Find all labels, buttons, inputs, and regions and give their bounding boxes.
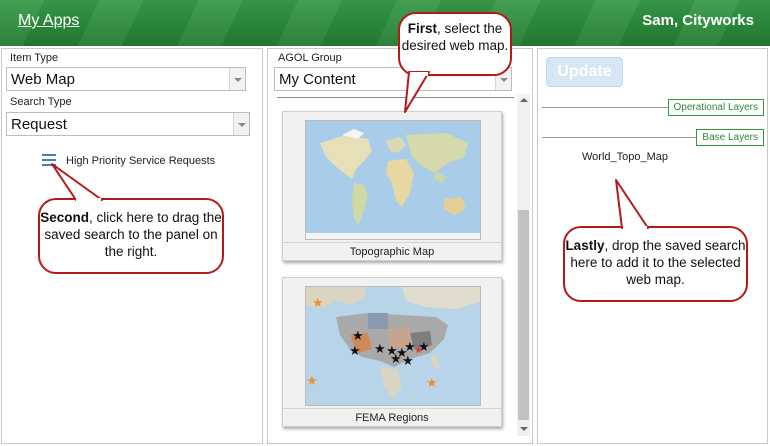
topographic-map-thumbnail [305,120,481,240]
callout-lastly-bold: Lastly [565,238,605,253]
callout-lastly-tail [615,179,649,230]
app-header: My Apps Sam, Cityworks [0,0,770,46]
search-type-label: Search Type [10,96,72,108]
base-layer-item[interactable]: World_Topo_Map [582,151,668,163]
svg-text:★: ★ [426,376,438,391]
item-type-select[interactable]: Web Map [6,67,246,91]
svg-text:★: ★ [374,342,386,357]
chevron-down-icon[interactable] [229,68,245,90]
callout-second: Second, click here to drag the saved sea… [38,198,224,274]
item-type-label: Item Type [10,52,59,64]
svg-text:★: ★ [414,345,423,356]
svg-text:★: ★ [390,352,402,367]
callout-lastly: Lastly, drop the saved search here to ad… [563,226,748,302]
map-card-caption: Topographic Map [349,246,435,258]
map-card-fema-regions[interactable]: ★ ★ ★ ★ ★ ★ ★ ★ ★ ★ ★ ★ ★ FEMA Regions [282,277,502,427]
operational-layers-drop-zone[interactable]: Operational Layers [667,99,764,116]
update-button[interactable]: Update [546,57,623,87]
scroll-thumb[interactable] [518,210,529,420]
scroll-down-arrow-icon[interactable] [517,422,530,436]
svg-text:★: ★ [352,329,364,344]
map-card-topographic[interactable]: Topographic Map [282,111,502,261]
callout-first-tail [404,71,430,113]
callout-first-bold: First [407,21,437,36]
callout-second-tail [51,163,103,202]
svg-text:★: ★ [349,344,361,359]
svg-text:★: ★ [312,296,324,311]
callout-first: First, select the desired web map. [398,12,512,76]
search-type-value: Request [11,116,67,133]
agol-group-label: AGOL Group [278,52,342,64]
map-card-caption: FEMA Regions [355,412,429,424]
svg-text:★: ★ [306,374,318,389]
agol-group-value: My Content [279,71,356,88]
map-list-scrollbar[interactable] [517,94,530,436]
my-apps-link[interactable]: My Apps [18,12,79,30]
user-name[interactable]: Sam, Cityworks [642,12,754,29]
chevron-down-icon[interactable] [233,113,249,135]
web-map-list: Topographic Map ★ ★ ★ ★ ★ ★ ★ ★ ★ ★ ★ ★ … [268,91,532,441]
search-type-select[interactable]: Request [6,112,250,136]
item-type-value: Web Map [11,71,75,88]
fema-regions-map-thumbnail: ★ ★ ★ ★ ★ ★ ★ ★ ★ ★ ★ ★ ★ [305,286,481,406]
callout-second-bold: Second [40,210,89,225]
base-layers-drop-zone[interactable]: Base Layers [696,129,764,146]
svg-text:★: ★ [402,354,414,369]
scroll-up-arrow-icon[interactable] [517,94,530,108]
